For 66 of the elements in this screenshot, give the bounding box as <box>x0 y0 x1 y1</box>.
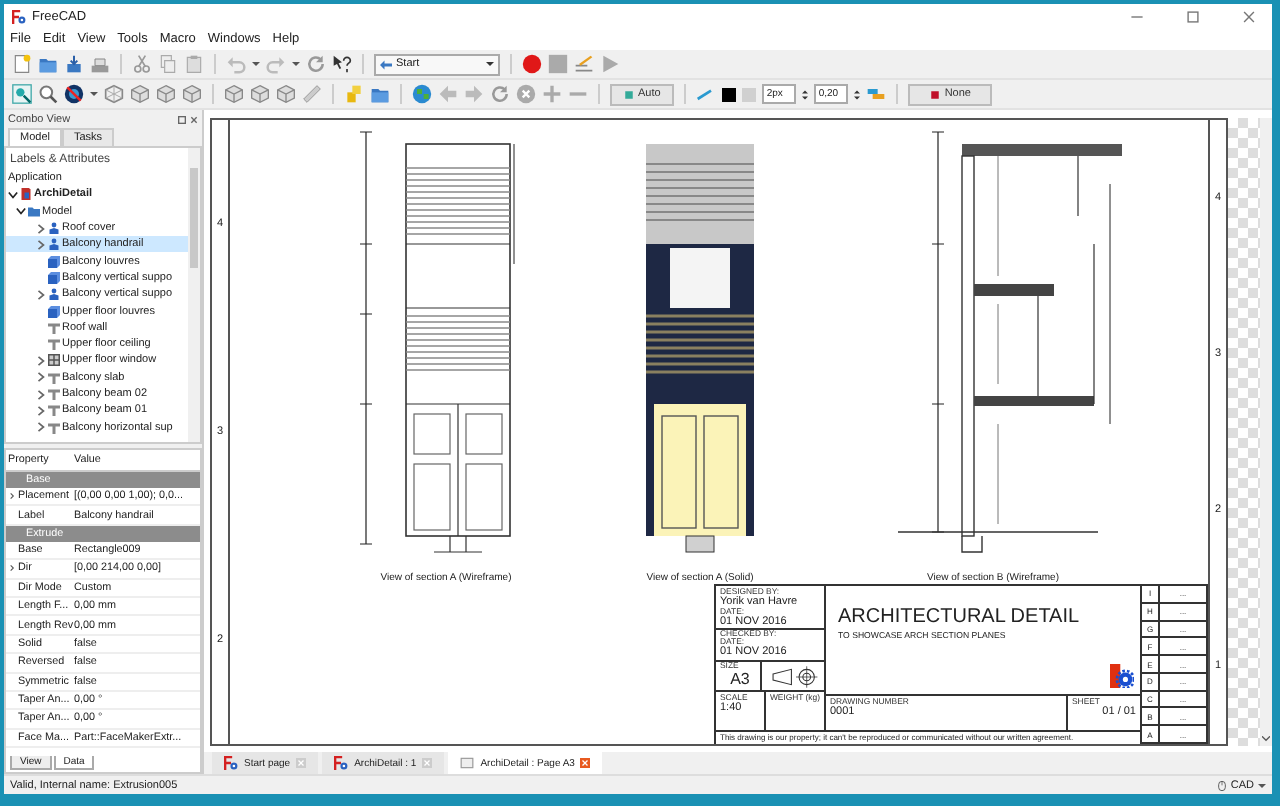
draw-style-icon[interactable] <box>64 84 84 104</box>
cube-icon <box>48 255 60 268</box>
square-icon <box>930 89 941 99</box>
component-icon <box>48 288 60 301</box>
spin-arrows-icon[interactable] <box>802 87 809 101</box>
float-icon[interactable] <box>178 115 186 123</box>
record-icon[interactable] <box>522 54 542 74</box>
drawing-title: ARCHITECTURAL DETAIL <box>838 606 1082 628</box>
app-logo-icon <box>334 756 349 770</box>
app-logo-icon <box>12 9 26 23</box>
caret-icon[interactable] <box>292 60 300 68</box>
cube-icon[interactable] <box>130 84 150 104</box>
scrollbar[interactable] <box>188 148 200 442</box>
refresh-icon[interactable] <box>490 84 510 104</box>
close-icon[interactable] <box>1242 9 1256 23</box>
ruler-icon[interactable] <box>302 84 322 104</box>
copy-icon[interactable] <box>158 54 178 74</box>
stop-circle-icon[interactable] <box>516 84 536 104</box>
forward-arrow-icon[interactable] <box>464 84 484 104</box>
help-pointer-icon[interactable] <box>332 54 352 74</box>
pencil-icon[interactable] <box>574 54 594 74</box>
cube-icon[interactable] <box>250 84 270 104</box>
spin-arrows-icon[interactable] <box>854 87 861 101</box>
scrollbar[interactable] <box>1260 118 1272 746</box>
mouse-icon <box>1218 779 1227 791</box>
chevron-icon[interactable] <box>16 206 26 217</box>
caret-icon[interactable] <box>252 60 260 68</box>
cube-icon <box>48 271 60 284</box>
page-icon <box>460 756 475 770</box>
caret-icon[interactable] <box>1258 781 1266 789</box>
sheet-size: A3 <box>730 670 750 689</box>
stop-icon[interactable] <box>548 54 568 74</box>
play-icon[interactable] <box>600 54 620 74</box>
line-color-swatch[interactable] <box>722 87 737 101</box>
component-icon <box>48 222 60 235</box>
clipboard-icon[interactable] <box>184 54 204 74</box>
plus-icon[interactable] <box>542 84 562 104</box>
caret-icon <box>486 60 494 68</box>
zoom-icon[interactable] <box>38 84 58 104</box>
face-color-swatch[interactable] <box>742 87 757 101</box>
fit-all-icon[interactable] <box>12 84 32 104</box>
tray-icon[interactable] <box>90 54 110 74</box>
folder-icon[interactable] <box>370 84 390 104</box>
isometric-cube-icon[interactable] <box>104 84 124 104</box>
maximize-icon[interactable] <box>1186 9 1200 23</box>
scissors-icon[interactable] <box>132 54 152 74</box>
cube-icon[interactable] <box>276 84 296 104</box>
globe-icon[interactable] <box>412 84 432 104</box>
arrow-icon <box>380 59 392 69</box>
square-icon <box>624 89 634 99</box>
document-icon <box>20 188 32 201</box>
close-icon[interactable] <box>190 115 198 123</box>
cube-icon[interactable] <box>182 84 202 104</box>
new-document-icon[interactable] <box>12 54 32 74</box>
folder-icon <box>28 205 40 218</box>
folder-icon[interactable] <box>38 54 58 74</box>
chevron-icon[interactable] <box>8 189 18 200</box>
gear-logo-icon <box>1110 664 1134 688</box>
cube-icon[interactable] <box>156 84 176 104</box>
caret-icon[interactable] <box>90 90 98 98</box>
app-logo-icon <box>224 756 238 770</box>
cube-icon <box>48 305 60 318</box>
save-icon[interactable] <box>64 54 84 74</box>
cube-icon[interactable] <box>224 84 244 104</box>
back-arrow-icon[interactable] <box>438 84 458 104</box>
window-icon <box>48 354 60 367</box>
